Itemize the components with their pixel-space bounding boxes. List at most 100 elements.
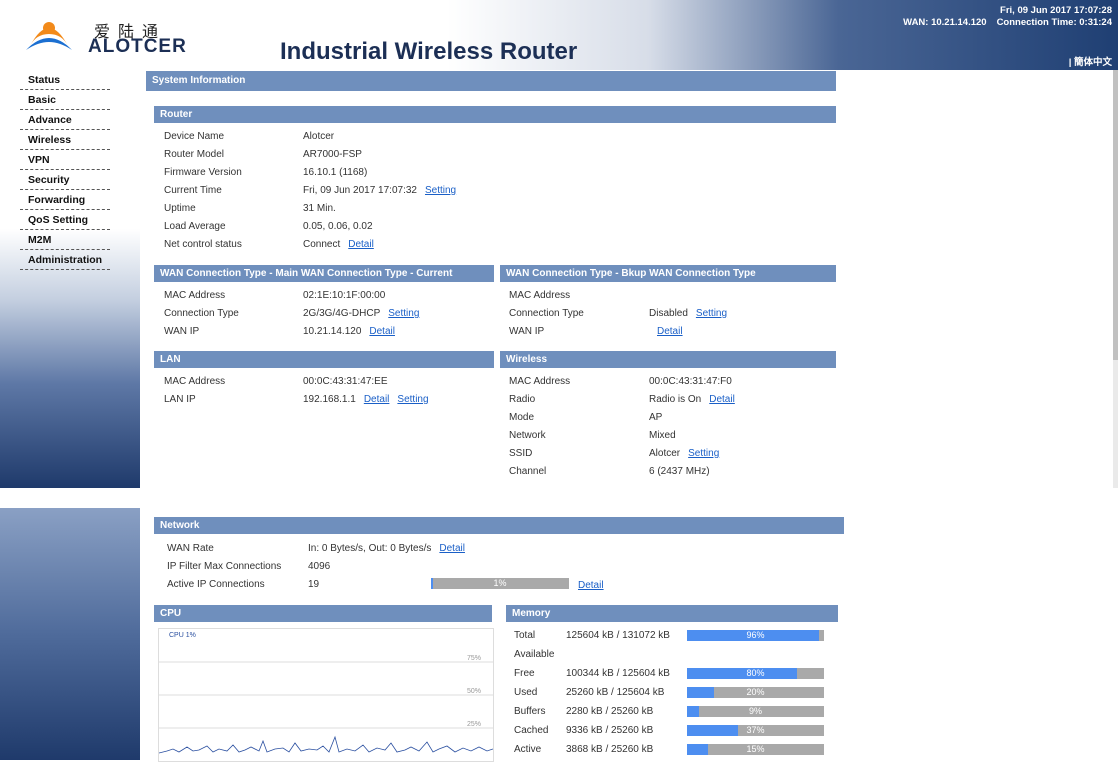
ip-filter-label: IP Filter Max Connections bbox=[167, 561, 282, 572]
router-row: Router Model AR7000-FSP bbox=[164, 146, 494, 164]
scrollbar[interactable] bbox=[1113, 70, 1118, 488]
lan-section-title: LAN bbox=[154, 351, 494, 368]
cpu-tick-50: 50% bbox=[467, 688, 481, 695]
wan-main-setting-link[interactable]: Setting bbox=[388, 308, 419, 319]
memory-progress-text: 80% bbox=[746, 668, 765, 678]
router-value-group: 31 Min. bbox=[303, 200, 336, 218]
memory-progress-text: 37% bbox=[746, 725, 765, 735]
cpu-tick-75: 75% bbox=[467, 655, 481, 662]
language-link[interactable]: | 簡体中文 bbox=[1069, 54, 1112, 68]
wireless-value-group: Mixed bbox=[649, 427, 676, 445]
wan-main-value-group: 2G/3G/4G-DHCP Setting bbox=[303, 305, 419, 323]
nav-item-wireless[interactable]: Wireless bbox=[20, 130, 110, 150]
router-value: AR7000-FSP bbox=[303, 149, 362, 160]
ip-filter-row: IP Filter Max Connections 4096 bbox=[167, 558, 827, 576]
wireless-label: Network bbox=[509, 430, 546, 441]
router-row: Net control status Connect Detail bbox=[164, 236, 494, 254]
ip-filter-value: 4096 bbox=[308, 561, 331, 572]
active-ip-progress-text: 1% bbox=[493, 578, 507, 588]
wireless-value: AP bbox=[649, 412, 663, 423]
wan-rate-detail-link[interactable]: Detail bbox=[439, 543, 465, 554]
lan-value: 00:0C:43:31:47:EE bbox=[303, 376, 388, 387]
memory-progress-text: 96% bbox=[746, 630, 765, 640]
memory-progress-bar: 15% bbox=[687, 744, 824, 755]
nav-item-status[interactable]: Status bbox=[20, 70, 110, 90]
router-value: Alotcer bbox=[303, 131, 335, 142]
wireless-label: SSID bbox=[509, 448, 533, 459]
lan-value-group: 192.168.1.1 Detail Setting bbox=[303, 391, 429, 409]
wan-backup-detail-link[interactable]: Detail bbox=[657, 326, 683, 337]
router-label: Firmware Version bbox=[164, 167, 242, 178]
wireless-value-group: Alotcer Setting bbox=[649, 445, 719, 463]
memory-value: 25260 kB / 125604 kB bbox=[566, 687, 665, 698]
wireless-value: 00:0C:43:31:47:F0 bbox=[649, 376, 732, 387]
active-ip-value: 19 bbox=[308, 579, 320, 590]
router-label: Router Model bbox=[164, 149, 225, 160]
wan-main-value: 2G/3G/4G-DHCP bbox=[303, 308, 381, 319]
memory-progress-bar: 9% bbox=[687, 706, 824, 717]
scrollbar-thumb[interactable] bbox=[1113, 70, 1118, 360]
memory-label: Active bbox=[514, 744, 542, 755]
wireless-row: Radio Radio is On Detail bbox=[509, 391, 839, 409]
active-ip-label: Active IP Connections bbox=[167, 579, 265, 590]
wireless-value-group: Radio is On Detail bbox=[649, 391, 735, 409]
wireless-label: Channel bbox=[509, 466, 547, 477]
system-info-panel: System Information Router Device Name Alo… bbox=[146, 70, 836, 488]
wan-backup-row: MAC Address bbox=[509, 287, 839, 305]
router-value-group: 0.05, 0.06, 0.02 bbox=[303, 218, 373, 236]
wan-main-detail-link[interactable]: Detail bbox=[369, 326, 395, 337]
lan-label: LAN IP bbox=[164, 394, 196, 405]
nav-item-advance[interactable]: Advance bbox=[20, 110, 110, 130]
wan-backup-label: MAC Address bbox=[509, 290, 571, 301]
active-ip-progress-bar: 1% bbox=[431, 578, 569, 589]
wireless-label: MAC Address bbox=[509, 376, 571, 387]
sidebar-lower bbox=[0, 508, 140, 760]
nav-item-m2m[interactable]: M2M bbox=[20, 230, 110, 250]
memory-value: 3868 kB / 25260 kB bbox=[566, 744, 654, 755]
router-row: Current Time Fri, 09 Jun 2017 17:07:32 Set… bbox=[164, 182, 494, 200]
nav-item-qos-setting[interactable]: QoS Setting bbox=[20, 210, 110, 230]
nav-item-forwarding[interactable]: Forwarding bbox=[20, 190, 110, 210]
wireless-value: Radio is On bbox=[649, 394, 702, 405]
alotcer-logo-icon bbox=[26, 22, 72, 50]
router-label: Load Average bbox=[164, 221, 226, 232]
router-label: Uptime bbox=[164, 203, 196, 214]
router-setting-link[interactable]: Setting bbox=[425, 185, 456, 196]
memory-label: Available bbox=[514, 649, 555, 660]
wan-main-value: 10.21.14.120 bbox=[303, 326, 362, 337]
active-ip-detail-link[interactable]: Detail bbox=[578, 580, 604, 591]
wireless-section-title: Wireless bbox=[500, 351, 836, 368]
network-panel: Network WAN Rate In: 0 Bytes/s, Out: 0 B… bbox=[146, 508, 846, 762]
header-datetime: Fri, 09 Jun 2017 17:07:28 bbox=[1000, 5, 1112, 16]
wireless-value-group: 6 (2437 MHz) bbox=[649, 463, 710, 481]
router-value: 0.05, 0.06, 0.02 bbox=[303, 221, 373, 232]
wireless-setting-link[interactable]: Setting bbox=[688, 448, 719, 459]
wan-main-row: MAC Address 02:1E:10:1F:00:00 bbox=[164, 287, 494, 305]
router-detail-link[interactable]: Detail bbox=[348, 239, 374, 250]
wireless-row: Mode AP bbox=[509, 409, 839, 427]
nav-item-security[interactable]: Security bbox=[20, 170, 110, 190]
lan-detail-link[interactable]: Detail bbox=[364, 394, 390, 405]
page-gap bbox=[0, 488, 1118, 508]
wan-rate-row: WAN Rate In: 0 Bytes/s, Out: 0 Bytes/s De… bbox=[167, 540, 827, 558]
wan-backup-value-group: Detail bbox=[657, 323, 683, 341]
page-title: Industrial Wireless Router bbox=[280, 38, 578, 65]
cpu-legend: CPU 1% bbox=[169, 632, 196, 639]
router-row: Firmware Version 16.10.1 (1168) bbox=[164, 164, 494, 182]
wireless-row: MAC Address 00:0C:43:31:47:F0 bbox=[509, 373, 839, 391]
lan-setting-link[interactable]: Setting bbox=[397, 394, 428, 405]
wan-backup-setting-link[interactable]: Setting bbox=[696, 308, 727, 319]
cpu-tick-25: 25% bbox=[467, 721, 481, 728]
wireless-detail-link[interactable]: Detail bbox=[709, 394, 735, 405]
nav-item-vpn[interactable]: VPN bbox=[20, 150, 110, 170]
wireless-label: Mode bbox=[509, 412, 535, 423]
router-value-group: AR7000-FSP bbox=[303, 146, 362, 164]
nav-item-administration[interactable]: Administration bbox=[20, 250, 110, 270]
memory-label: Cached bbox=[514, 725, 549, 736]
nav-item-basic[interactable]: Basic bbox=[20, 90, 110, 110]
wan-backup-label: WAN IP bbox=[509, 326, 545, 337]
memory-value: 125604 kB / 131072 kB bbox=[566, 630, 670, 641]
memory-value: 9336 kB / 25260 kB bbox=[566, 725, 654, 736]
router-label: Device Name bbox=[164, 131, 225, 142]
cpu-chart-svg: CPU 1% 75% 50% 25% bbox=[158, 632, 494, 754]
